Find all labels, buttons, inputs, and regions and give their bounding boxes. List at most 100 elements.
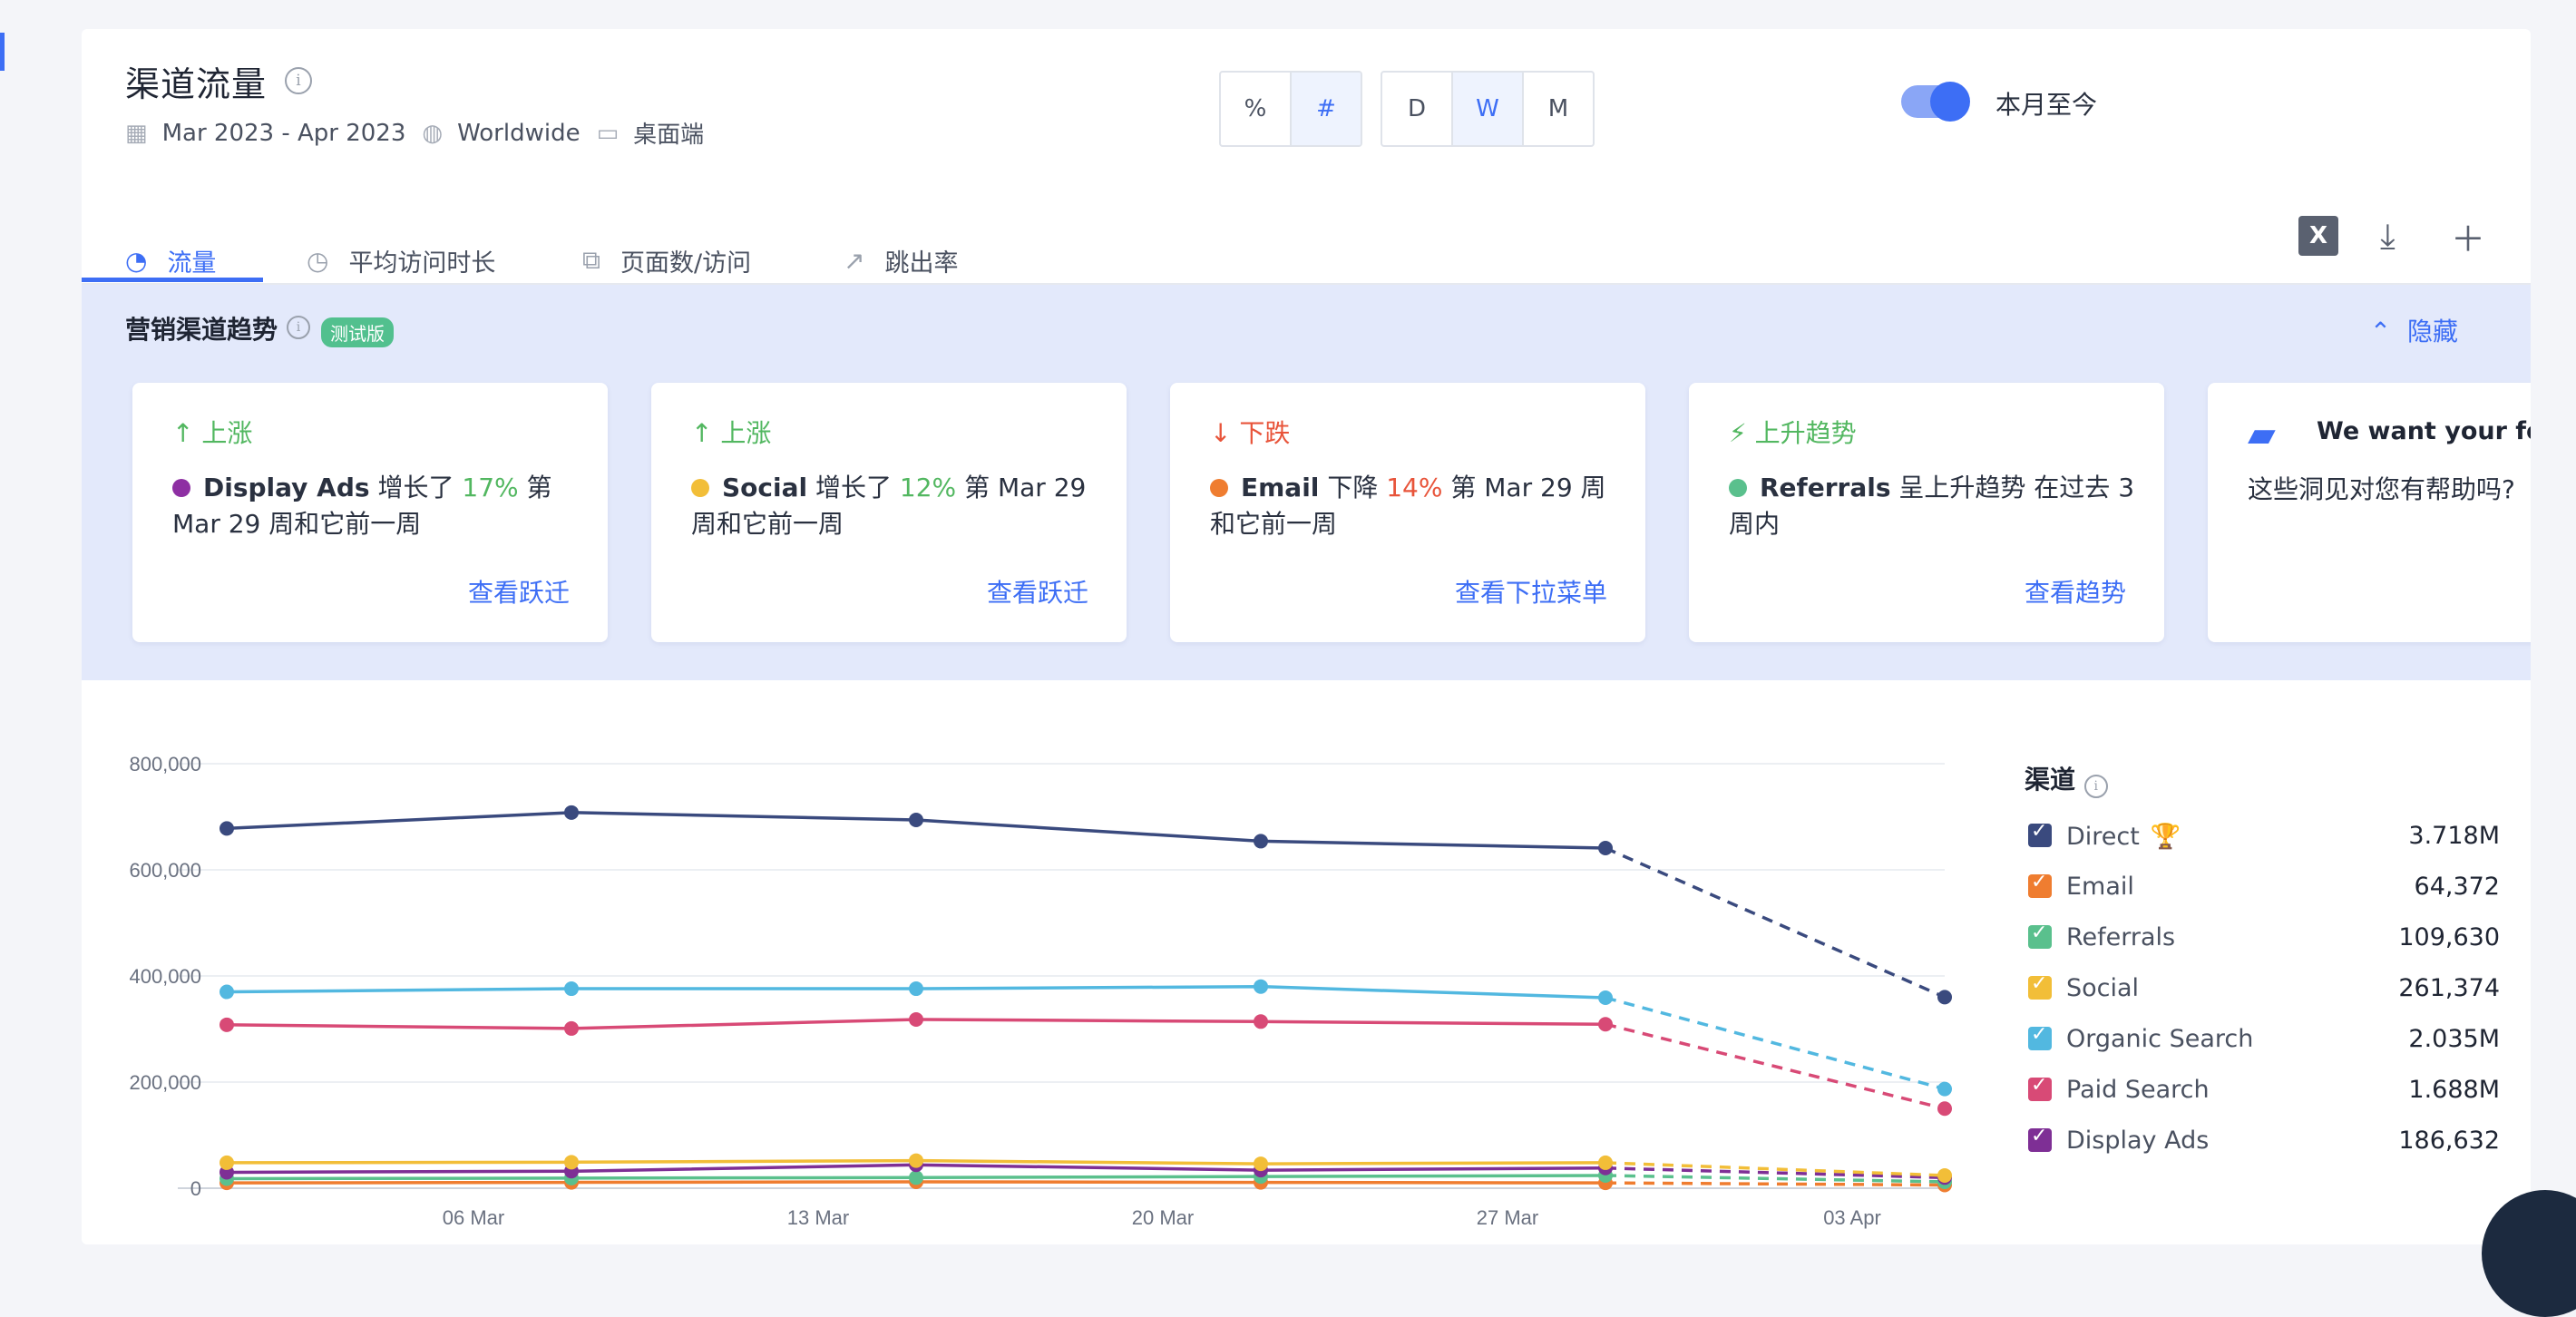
legend-item-social[interactable]: Social 261,374 (2028, 972, 2500, 1023)
data-point (564, 981, 579, 997)
arrow-up-icon: ↑ (691, 418, 713, 448)
channel-dot (1729, 479, 1747, 497)
checkbox-icon[interactable] (2028, 1023, 2052, 1050)
data-point (564, 1155, 579, 1170)
data-point (220, 1017, 234, 1032)
unit-number-button[interactable]: # (1292, 73, 1361, 145)
active-tab-indicator (82, 278, 263, 282)
data-point (1254, 1156, 1268, 1172)
channel-dot (172, 479, 190, 497)
legend-item-paid-search[interactable]: Paid Search 1.688M (2028, 1074, 2500, 1125)
checkbox-icon[interactable] (2028, 922, 2052, 949)
legend-item-direct[interactable]: Direct 🏆 3.718M (2028, 820, 2500, 871)
region[interactable]: ◍ Worldwide (422, 120, 580, 147)
feedback-card: ▰ We want your feedb 这些洞见对您有帮助吗? (2208, 383, 2531, 642)
channel-dot (1210, 479, 1228, 497)
legend-value: 109,630 (2398, 923, 2500, 951)
legend-value: 261,374 (2398, 974, 2500, 1002)
insight-kind: ↑ 上涨 (172, 414, 252, 450)
legend-name: Paid Search (2066, 1076, 2210, 1104)
data-point (1254, 979, 1268, 994)
y-tick-label: 200,000 (129, 1071, 201, 1094)
data-point (909, 1170, 923, 1185)
unit-percent-button[interactable]: % (1221, 73, 1292, 145)
channel-legend: Direct 🏆 3.718M Email 64,372 Referrals 109,6… (2028, 820, 2500, 1176)
data-point (564, 805, 579, 820)
y-tick-label: 800,000 (129, 753, 201, 776)
checkbox-icon[interactable] (2028, 1125, 2052, 1152)
tab-label: 跳出率 (884, 249, 959, 278)
granularity-switch: D W M (1381, 71, 1595, 147)
date-range[interactable]: ▦ Mar 2023 - Apr 2023 (125, 120, 405, 147)
export-excel-button[interactable]: X (2298, 210, 2338, 261)
granularity-day-button[interactable]: D (1382, 73, 1453, 145)
legend-item-organic-search[interactable]: Organic Search 2.035M (2028, 1023, 2500, 1074)
insight-pre: 增长了 (377, 473, 454, 502)
timer-icon: ◷ (307, 245, 329, 276)
traffic-line-chart: 0 200,000 400,000 600,000 800,000 06 Mar 13 Ma… (129, 753, 1952, 1229)
insight-card: ⚡ 上升趋势 Referrals 呈上升趋势 在过去 3 周内 查看趋势 (1689, 383, 2164, 642)
series-projection-line (1605, 996, 1946, 1091)
device[interactable]: ▭ 桌面端 (597, 116, 705, 150)
data-point (1937, 1081, 1952, 1097)
pages-icon: ⧉ (582, 245, 600, 275)
date-range-label: Mar 2023 - Apr 2023 (161, 119, 406, 147)
granularity-week-button[interactable]: W (1453, 73, 1524, 145)
insight-kind-label: 下跌 (1239, 418, 1291, 448)
insight-pct: 17% (462, 473, 519, 502)
legend-name: Display Ads (2066, 1127, 2210, 1155)
download-button[interactable]: ⤓ (2380, 210, 2395, 261)
data-point (909, 981, 923, 997)
granularity-month-button[interactable]: M (1524, 73, 1593, 145)
add-button[interactable]: ＋ (2451, 210, 2485, 261)
legend-item-email[interactable]: Email 64,372 (2028, 871, 2500, 922)
plus-icon: ＋ (2451, 219, 2486, 259)
x-tick-label: 03 Apr (1823, 1206, 1881, 1229)
checkbox-icon[interactable] (2028, 1074, 2052, 1101)
insight-text: Email 下降 14% 第 Mar 29 周和它前一周 (1210, 470, 1618, 542)
legend-item-display-ads[interactable]: Display Ads 186,632 (2028, 1125, 2500, 1176)
data-point (1598, 841, 1613, 856)
insight-link[interactable]: 查看跃迁 (987, 573, 1088, 610)
feedback-title: We want your feedb (2317, 417, 2531, 445)
info-icon[interactable]: i (285, 67, 312, 94)
trends-title: 营销渠道趋势 (125, 315, 278, 345)
data-point (220, 821, 234, 836)
legend-title: 渠道 i (2025, 760, 2108, 798)
month-to-date-label: 本月至今 (1995, 90, 2098, 120)
info-icon[interactable]: i (2083, 775, 2108, 798)
chevron-up-icon: ⌃ (2369, 317, 2392, 346)
desktop-icon: ▭ (596, 119, 620, 147)
legend-value: 1.688M (2408, 1076, 2500, 1104)
data-point (1254, 834, 1268, 849)
data-point (1598, 1155, 1613, 1170)
data-point (1937, 1101, 1952, 1117)
data-point (1598, 990, 1613, 1005)
insight-channel: Display Ads (203, 473, 370, 502)
checkbox-icon[interactable] (2028, 871, 2052, 898)
insight-pre: 下降 (1327, 473, 1379, 502)
insight-kind: ↑ 上涨 (691, 414, 771, 450)
legend-value: 2.035M (2408, 1025, 2500, 1053)
checkbox-icon[interactable] (2028, 820, 2052, 847)
data-point (1937, 990, 1952, 1005)
insight-text: Referrals 呈上升趋势 在过去 3 周内 (1729, 470, 2137, 542)
x-tick-label: 27 Mar (1477, 1206, 1538, 1229)
series-projection-line (1605, 1161, 1946, 1177)
insight-link[interactable]: 查看趋势 (2025, 573, 2126, 610)
data-point (220, 1155, 234, 1170)
insight-channel: Referrals (1760, 473, 1891, 502)
info-icon[interactable]: i (287, 316, 310, 339)
month-to-date-toggle[interactable] (1901, 82, 1970, 122)
insight-link[interactable]: 查看跃迁 (468, 573, 570, 610)
pie-icon: ◔ (125, 245, 148, 276)
hide-trends-button[interactable]: ⌃ 隐藏 (2370, 312, 2458, 348)
download-icon: ⤓ (2380, 215, 2395, 256)
legend-item-referrals[interactable]: Referrals 109,630 (2028, 922, 2500, 972)
insight-channel: Social (722, 473, 808, 502)
arrow-up-icon: ↑ (172, 418, 194, 448)
y-tick-label: 600,000 (129, 859, 201, 882)
checkbox-icon[interactable] (2028, 972, 2052, 1000)
insight-link[interactable]: 查看下拉菜单 (1455, 573, 1607, 610)
data-point (1937, 1167, 1952, 1183)
